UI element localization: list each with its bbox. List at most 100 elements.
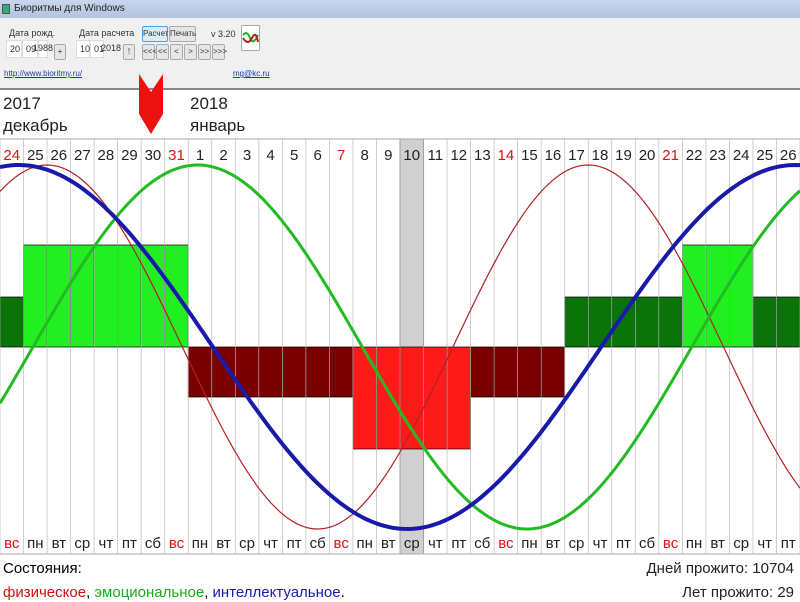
state-bar — [540, 346, 566, 398]
state-bar — [752, 296, 777, 348]
state-bar — [0, 296, 24, 348]
nav-back-mid[interactable]: << — [156, 44, 169, 60]
version-label: v 3.20 — [211, 29, 236, 39]
date-label: 9 — [384, 147, 392, 164]
title-bar: Биоритмы для Windows — [0, 0, 800, 18]
nav-forward-mid[interactable]: >> — [198, 44, 211, 60]
weekday-label: ср — [404, 535, 420, 552]
state-bar — [776, 296, 800, 348]
weekday-label: сб — [145, 535, 161, 552]
weekday-label: вт — [546, 535, 561, 552]
weekday-label: чт — [263, 535, 278, 552]
date-label: 20 — [639, 147, 656, 164]
nav-forward[interactable]: > — [184, 44, 197, 60]
state-bar — [446, 346, 471, 450]
weekday-label: пт — [781, 535, 796, 552]
weekday-label: сб — [639, 535, 655, 552]
calc-year-field[interactable]: 2018 — [98, 40, 121, 58]
date-label: 31 — [168, 147, 185, 164]
date-label: 12 — [450, 147, 467, 164]
date-label: 19 — [615, 147, 632, 164]
date-label: 30 — [145, 147, 162, 164]
state-bar — [705, 244, 730, 348]
weekday-label: вт — [710, 535, 725, 552]
state-bar — [305, 346, 330, 398]
print-button[interactable]: Печать — [169, 26, 196, 42]
weekday-label: вс — [169, 535, 185, 552]
weekday-label: вс — [498, 535, 514, 552]
birth-year-text[interactable]: 1988 — [30, 40, 53, 58]
today-button[interactable]: ! — [123, 44, 135, 60]
weekday-label: пт — [122, 535, 137, 552]
nav-back[interactable]: < — [170, 44, 183, 60]
date-label: 11 — [428, 147, 444, 164]
state-bar — [376, 346, 401, 450]
nav-forward-far[interactable]: >>> — [212, 44, 227, 60]
weekday-label: чт — [593, 535, 608, 552]
date-label: 22 — [686, 147, 703, 164]
date-label: 27 — [74, 147, 91, 164]
date-label: 1 — [196, 147, 204, 164]
email-link[interactable]: mg@kc.ru — [233, 69, 270, 78]
weekday-label: вс — [663, 535, 679, 552]
date-label: 21 — [662, 147, 679, 164]
selected-day-column — [399, 138, 425, 555]
weekday-label: ср — [239, 535, 255, 552]
state-bar — [517, 346, 542, 398]
date-label: 28 — [98, 147, 115, 164]
app-icon — [2, 4, 10, 14]
plus-button[interactable]: + — [54, 44, 66, 60]
years-lived: Лет прожито: 29 — [682, 584, 794, 601]
date-label: 6 — [313, 147, 321, 164]
toolbar: Дата рожд. 20 09 1988 + Дата расчета 10 … — [0, 18, 800, 88]
weekday-label: вс — [334, 535, 350, 552]
date-label: 25 — [27, 147, 44, 164]
weekday-label: сб — [474, 535, 490, 552]
state-bar — [329, 346, 354, 398]
weekday-label: сб — [310, 535, 326, 552]
state-bar — [234, 346, 260, 398]
days-lived: Дней прожито: 10704 — [646, 560, 794, 577]
state-bar — [564, 296, 589, 348]
calc-button[interactable]: Расчет — [142, 26, 168, 42]
date-label: 18 — [592, 147, 609, 164]
date-label: 13 — [474, 147, 491, 164]
website-link[interactable]: http://www.bioritmy.ru/ — [4, 69, 82, 78]
legend-physical: физическое — [3, 584, 87, 601]
state-bar — [187, 346, 213, 398]
date-label: 2 — [219, 147, 227, 164]
date-label: 17 — [568, 147, 585, 164]
date-label: 14 — [498, 147, 515, 164]
date-label: 7 — [337, 147, 345, 164]
weekday-label: пт — [287, 535, 302, 552]
date-label: 4 — [266, 147, 274, 164]
weekday-label: чт — [99, 535, 114, 552]
state-bar — [117, 244, 142, 348]
legend-end: . — [340, 584, 345, 601]
states-label: Состояния: — [3, 560, 82, 577]
state-bar — [493, 346, 518, 398]
legend-emotional: эмоциональное — [94, 584, 205, 601]
window-title: Биоритмы для Windows — [14, 3, 125, 14]
weekday-label: пн — [192, 535, 208, 552]
weekday-label: чт — [428, 535, 443, 552]
weekday-label: пн — [357, 535, 373, 552]
state-bar — [46, 244, 71, 348]
birth-day-field[interactable]: 20 — [6, 40, 22, 58]
weekday-label: пн — [27, 535, 43, 552]
biorhythm-logo-icon[interactable] — [241, 25, 260, 51]
weekday-label: пн — [521, 535, 537, 552]
date-label: 26 — [50, 147, 67, 164]
weekday-label: пн — [686, 535, 702, 552]
weekday-label: пт — [451, 535, 466, 552]
calc-day-field[interactable]: 10 — [76, 40, 90, 58]
date-label: 23 — [709, 147, 726, 164]
weekday-label: пт — [616, 535, 631, 552]
state-bar — [282, 346, 307, 398]
state-bar — [352, 346, 377, 450]
state-bar — [70, 244, 95, 348]
weekday-label: вт — [216, 535, 231, 552]
state-bar — [23, 244, 48, 348]
weekday-label: вс — [4, 535, 20, 552]
nav-back-far[interactable]: <<< — [142, 44, 157, 60]
